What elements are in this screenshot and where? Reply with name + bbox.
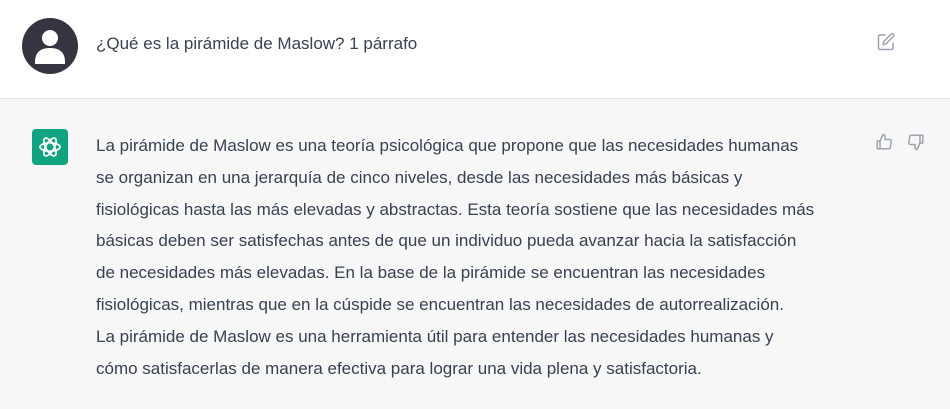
edit-icon[interactable] — [876, 32, 896, 52]
answer-line: La pirámide de Maslow es una herramienta… — [96, 326, 774, 346]
openai-logo-icon — [32, 129, 68, 165]
answer-line: fisiológicas, mientras que en la cúspide… — [96, 294, 784, 314]
assistant-message-text: La pirámide de Maslow es una teoría psic… — [96, 130, 866, 384]
user-message-text: ¿Qué es la pirámide de Maslow? 1 párrafo — [96, 34, 418, 53]
answer-line: fisiológicas hasta las más elevadas y ab… — [96, 199, 815, 219]
answer-line: La pirámide de Maslow es una teoría psic… — [96, 136, 799, 155]
user-avatar-icon — [22, 18, 78, 74]
assistant-message-row: La pirámide de Maslow es una teoría psic… — [0, 99, 950, 409]
thumbs-up-icon[interactable] — [874, 132, 894, 152]
user-message-row: ¿Qué es la pirámide de Maslow? 1 párrafo — [0, 0, 950, 99]
answer-line: de necesidades más elevadas. En la base … — [96, 263, 766, 283]
thumbs-down-icon[interactable] — [906, 132, 926, 152]
answer-line: cómo satisfacerlas de manera efectiva pa… — [96, 358, 702, 378]
answer-line: se organizan en una jerarquía de cinco n… — [96, 167, 743, 187]
answer-line: básicas deben ser satisfechas antes de q… — [96, 231, 797, 251]
